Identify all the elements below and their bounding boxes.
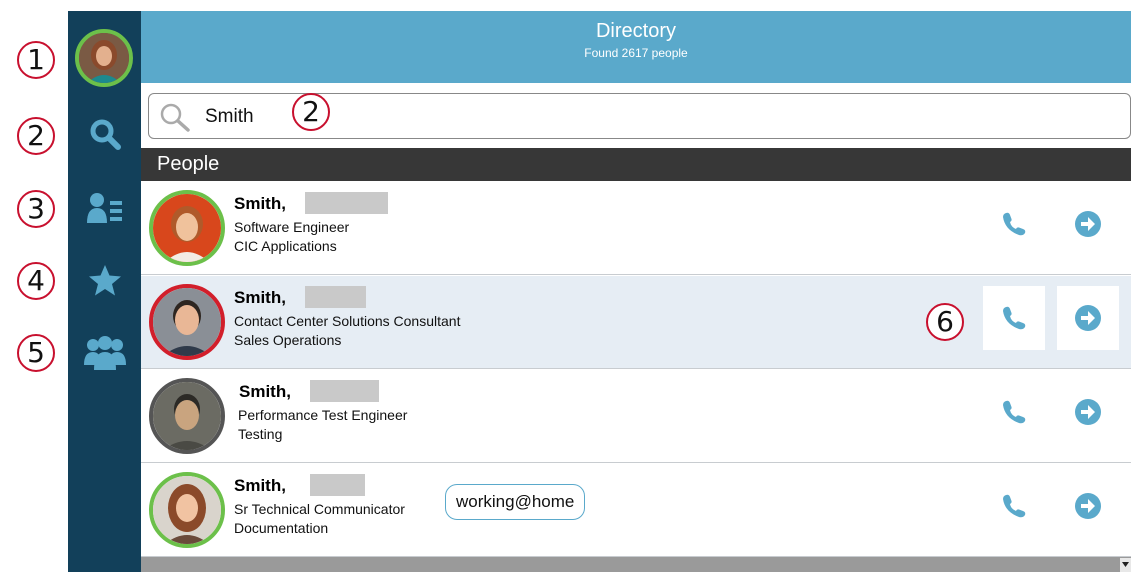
- avatar: [149, 190, 225, 266]
- groups-icon: [83, 336, 126, 370]
- call-button[interactable]: [983, 380, 1045, 444]
- person-name: Smith,: [234, 476, 286, 495]
- callout-4: 4: [17, 262, 55, 300]
- sidebar-item-search[interactable]: [68, 112, 141, 156]
- redacted-name: [310, 474, 365, 496]
- avatar: [149, 378, 225, 454]
- person-department: Testing: [238, 426, 283, 442]
- search-input[interactable]: [205, 105, 605, 129]
- result-count: Found 2617 people: [584, 46, 688, 60]
- person-title: Contact Center Solutions Consultant: [234, 313, 461, 329]
- details-button[interactable]: [1057, 380, 1119, 444]
- callout-5: 5: [17, 334, 55, 372]
- list-footer: [141, 557, 1131, 572]
- person-title: Performance Test Engineer: [238, 407, 408, 423]
- status-message-bubble: working@home: [445, 484, 586, 520]
- callout-3: 3: [17, 190, 55, 228]
- arrow-right-circle-icon: [1075, 305, 1101, 331]
- person-department: Documentation: [234, 520, 329, 536]
- redacted-name: [305, 192, 388, 214]
- call-button[interactable]: [983, 286, 1045, 350]
- my-avatar[interactable]: [75, 29, 133, 87]
- call-button[interactable]: [983, 474, 1045, 538]
- avatar: [149, 284, 225, 360]
- callout-1: 1: [17, 41, 55, 79]
- person-row-selected[interactable]: Smith, Contact Center Solutions Consulta…: [141, 276, 1131, 369]
- person-department: CIC Applications: [234, 238, 337, 254]
- callout-2-search: 2: [292, 93, 330, 131]
- star-icon: [88, 265, 121, 296]
- chevron-down-icon: [1122, 562, 1129, 567]
- details-button[interactable]: [1057, 192, 1119, 256]
- contacts-list-icon: [86, 193, 122, 223]
- scroll-down-arrow[interactable]: [1120, 558, 1131, 572]
- section-header-people: People: [141, 148, 1131, 181]
- sidebar-item-favorites[interactable]: [68, 258, 141, 302]
- person-name: Smith,: [234, 288, 286, 307]
- person-department: Sales Operations: [234, 332, 342, 348]
- phone-icon: [1003, 306, 1026, 330]
- callout-6: 6: [926, 303, 964, 341]
- page-title: Directory: [595, 20, 676, 42]
- arrow-right-circle-icon: [1075, 399, 1101, 425]
- redacted-name: [305, 286, 366, 308]
- details-button[interactable]: [1057, 286, 1119, 350]
- redacted-name: [310, 380, 379, 402]
- person-name: Smith,: [234, 194, 286, 213]
- sidebar: [68, 11, 141, 572]
- person-title: Software Engineer: [234, 219, 350, 235]
- arrow-right-circle-icon: [1075, 211, 1101, 237]
- person-row[interactable]: Smith, Software Engineer CIC Application…: [141, 182, 1131, 275]
- person-row[interactable]: Smith, Performance Test Engineer Testing: [141, 370, 1131, 463]
- call-button[interactable]: [983, 192, 1045, 256]
- phone-icon: [1003, 212, 1026, 236]
- person-row[interactable]: Smith, Sr Technical Communicator Documen…: [141, 464, 1131, 557]
- phone-icon: [1003, 400, 1026, 424]
- screen: 1 2 3 4 5 Directory Found 2617 people Sm…: [0, 0, 1131, 572]
- arrow-right-circle-icon: [1075, 493, 1101, 519]
- avatar: [149, 472, 225, 548]
- person-name: Smith,: [239, 382, 291, 401]
- callout-2: 2: [17, 117, 55, 155]
- person-title: Sr Technical Communicator: [234, 501, 405, 517]
- details-button[interactable]: [1057, 474, 1119, 538]
- sidebar-item-contacts[interactable]: [68, 186, 141, 230]
- search-icon: [90, 119, 121, 150]
- sidebar-item-groups[interactable]: [68, 331, 141, 375]
- directory-header: Directory Found 2617 people: [141, 11, 1131, 83]
- search-icon: [160, 103, 190, 132]
- phone-icon: [1003, 494, 1026, 518]
